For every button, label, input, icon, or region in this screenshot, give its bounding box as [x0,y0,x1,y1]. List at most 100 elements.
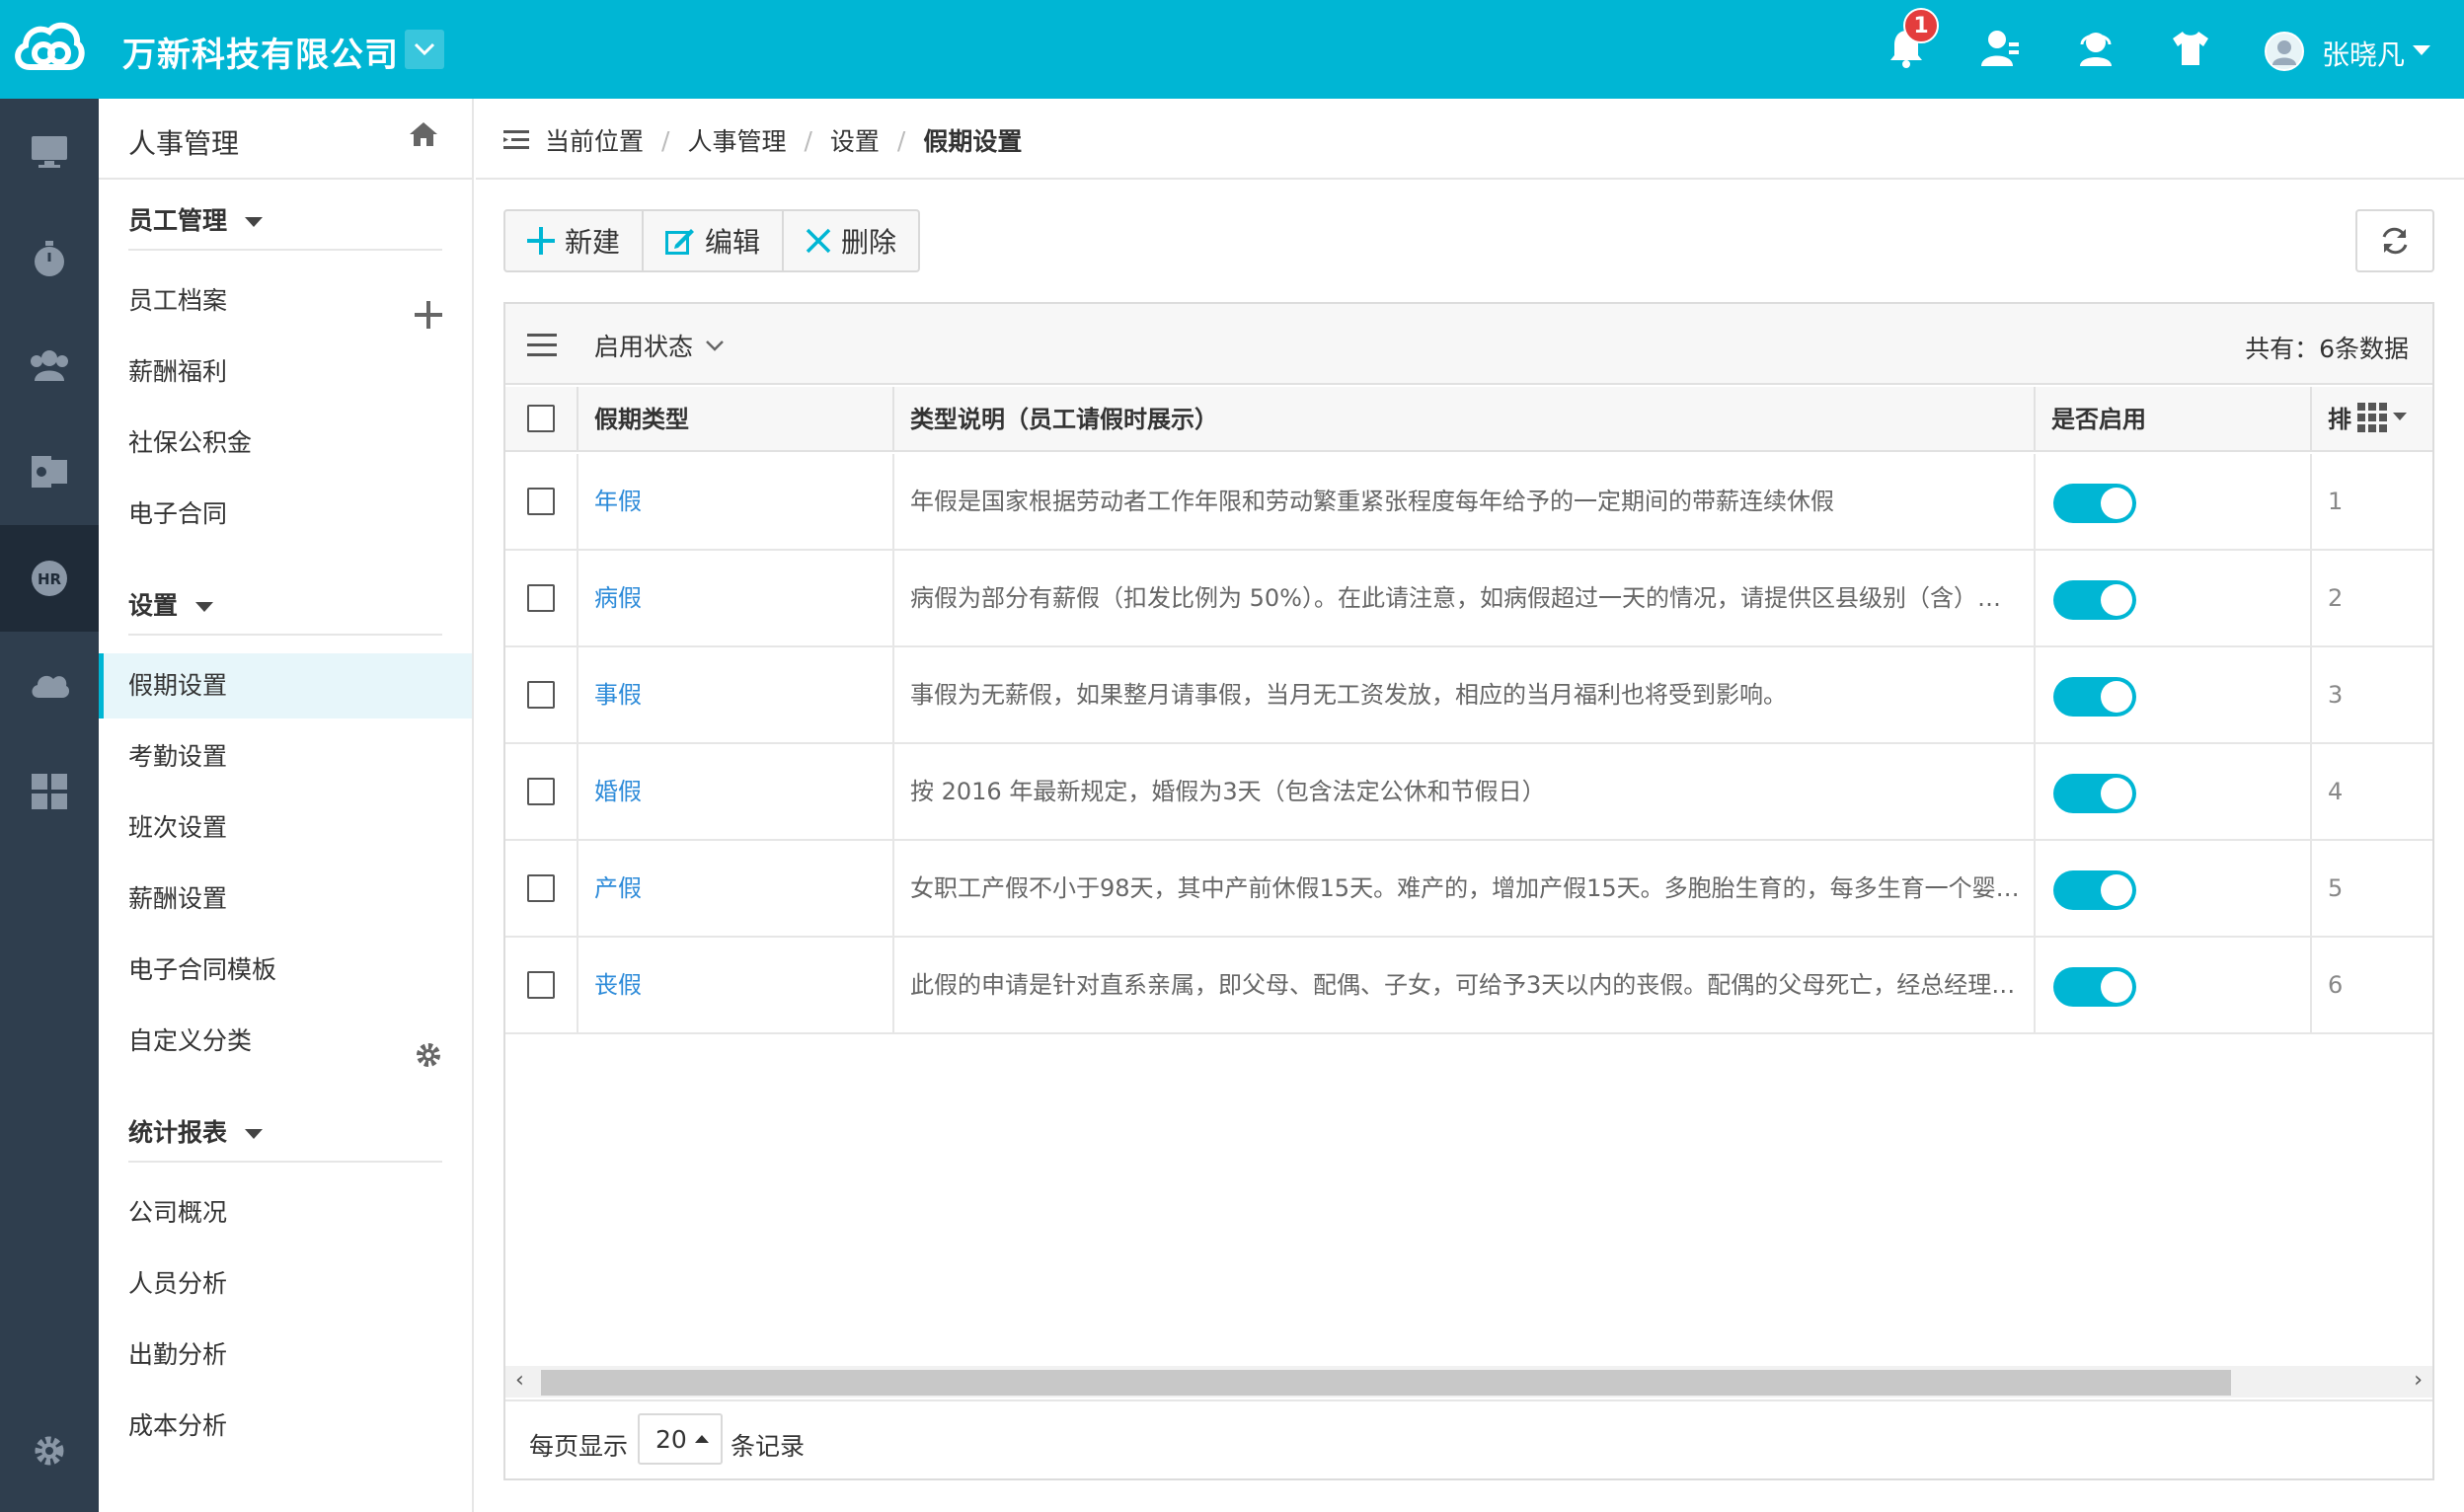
leave-type-link[interactable]: 丧假 [578,938,894,1032]
sidebar-item-company-overview[interactable]: 公司概况 [99,1180,472,1246]
row-checkbox[interactable] [527,778,555,805]
sidebar-item-attendance-settings[interactable]: 考勤设置 [99,724,472,790]
chevron-down-icon [414,42,435,56]
rail-item-timer[interactable] [0,205,99,312]
theme-button[interactable] [2168,26,2213,71]
delete-button[interactable]: 删除 [784,211,918,270]
refresh-button[interactable] [2355,209,2434,272]
row-select-cell [505,454,578,549]
column-header-enabled[interactable]: 是否启用 [2036,387,2312,452]
home-icon [410,122,437,146]
mail-app-icon [32,456,67,488]
edit-button[interactable]: 编辑 [644,211,785,270]
contacts-button[interactable] [1978,26,2024,71]
sidebar-item-leave-settings[interactable]: 假期设置 [99,653,472,718]
user-avatar[interactable] [2265,32,2304,71]
table-row[interactable]: 婚假 按 2016 年最新规定，婚假为3天（包含法定公休和节假日） 4 [505,744,2432,841]
sidebar-item-attendance-analysis[interactable]: 出勤分析 [99,1323,472,1388]
edit-icon [665,229,695,255]
leave-type-link[interactable]: 年假 [578,454,894,549]
rail-item-outlook[interactable] [0,418,99,525]
row-checkbox[interactable] [527,874,555,902]
rail-item-contacts[interactable] [0,312,99,418]
table-menu-button[interactable] [527,334,557,361]
chevron-down-icon [706,340,724,351]
enabled-toggle[interactable] [2053,967,2136,1007]
row-checkbox[interactable] [527,488,555,515]
horizontal-scrollbar[interactable]: ‹ › [505,1366,2432,1398]
page-size-select[interactable]: 20 [638,1413,723,1465]
hr-icon: HR [32,561,67,596]
scroll-right-icon[interactable]: › [2414,1368,2423,1393]
action-toolbar: 新建 编辑 删除 [503,209,921,272]
user-menu-caret-icon[interactable] [2413,45,2430,55]
leave-type-link[interactable]: 事假 [578,647,894,742]
enabled-toggle[interactable] [2053,774,2136,813]
table-row[interactable]: 事假 事假为无薪假，如果整月请事假，当月无工资发放，相应的当月福利也将受到影响。… [505,647,2432,744]
caret-down-icon [245,1129,264,1139]
company-dropdown-button[interactable] [405,30,444,69]
scroll-left-icon[interactable]: ‹ [515,1368,524,1393]
sidebar-item-compensation[interactable]: 薪酬福利 [99,340,472,405]
order-cell: 5 [2328,874,2344,902]
total-count: 共有：6条数据 [2245,335,2409,363]
refresh-icon [2382,227,2408,255]
group-employee-management[interactable]: 员工管理 [128,201,264,237]
custom-category-settings-button[interactable] [415,1028,442,1094]
sidebar-item-salary-settings[interactable]: 薪酬设置 [99,867,472,932]
sidebar-item-e-contract[interactable]: 电子合同 [99,482,472,547]
main-divider [476,178,2464,180]
rail-item-settings[interactable] [0,1398,99,1504]
row-checkbox[interactable] [527,971,555,999]
column-header-type[interactable]: 假期类型 [578,387,894,452]
enabled-cell [2036,841,2312,936]
column-chooser-button[interactable] [2357,403,2407,432]
grid-columns-icon [2357,403,2387,432]
table-row[interactable]: 丧假 此假的申请是针对直系亲属，即父母、配偶、子女，可给予3天以内的丧假。配偶的… [505,938,2432,1034]
gear-icon [35,1436,64,1466]
sidebar-item-social-insurance[interactable]: 社保公积金 [99,411,472,476]
row-checkbox[interactable] [527,681,555,709]
enabled-toggle[interactable] [2053,677,2136,717]
sidebar-item-contract-template[interactable]: 电子合同模板 [99,938,472,1003]
status-filter-dropdown[interactable]: 启用状态 [594,328,725,363]
home-button[interactable] [409,120,438,152]
select-all-checkbox[interactable] [527,405,555,432]
table-row[interactable]: 年假 年假是国家根据劳动者工作年限和劳动繁重紧张程度每年给予的一定期间的带薪连续… [505,454,2432,551]
sidebar-item-cost-analysis[interactable]: 成本分析 [99,1394,472,1459]
scrollbar-thumb[interactable] [541,1370,2231,1396]
new-button[interactable]: 新建 [505,211,645,270]
table-row[interactable]: 病假 病假为部分有薪假（扣发比例为 50%）。在此请注意，如病假超过一天的情况，… [505,551,2432,647]
cloud-logo-icon[interactable] [10,16,85,81]
caret-down-icon [245,217,264,227]
rail-item-hr[interactable]: HR [0,525,99,632]
sidebar-item-staff-analysis[interactable]: 人员分析 [99,1251,472,1317]
group-reports[interactable]: 统计报表 [128,1113,264,1149]
column-header-description[interactable]: 类型说明（员工请假时展示） [894,387,2036,452]
rail-item-desktop[interactable] [0,99,99,205]
username[interactable]: 张晓凡 [2322,34,2405,73]
leave-description: 此假的申请是针对直系亲属，即父母、配偶、子女，可给予3天以内的丧假。配偶的父母死… [894,938,2036,1032]
breadcrumb-hr[interactable]: 人事管理 [687,122,786,158]
leave-type-link[interactable]: 产假 [578,841,894,936]
enabled-toggle[interactable] [2053,870,2136,910]
enabled-toggle[interactable] [2053,580,2136,620]
sidebar-item-employee-files[interactable]: 员工档案 [99,268,472,334]
sidebar-item-custom-category[interactable]: 自定义分类 [99,1009,472,1074]
rail-item-cloud[interactable] [0,632,99,738]
group-settings[interactable]: 设置 [128,586,214,622]
leave-type-link[interactable]: 婚假 [578,744,894,839]
leave-type-link[interactable]: 病假 [578,551,894,645]
group-icon [31,350,68,381]
rail-item-apps[interactable] [0,738,99,845]
row-checkbox[interactable] [527,584,555,612]
sidebar-item-shift-settings[interactable]: 班次设置 [99,795,472,861]
caret-up-icon [694,1435,709,1443]
enabled-cell [2036,647,2312,742]
support-button[interactable] [2073,26,2118,71]
enabled-toggle[interactable] [2053,484,2136,523]
enabled-cell [2036,551,2312,645]
breadcrumb-settings[interactable]: 设置 [830,122,880,158]
company-name[interactable]: 万新科技有限公司 [122,28,399,76]
table-row[interactable]: 产假 女职工产假不小于98天，其中产前休假15天。难产的，增加产假15天。多胞胎… [505,841,2432,938]
